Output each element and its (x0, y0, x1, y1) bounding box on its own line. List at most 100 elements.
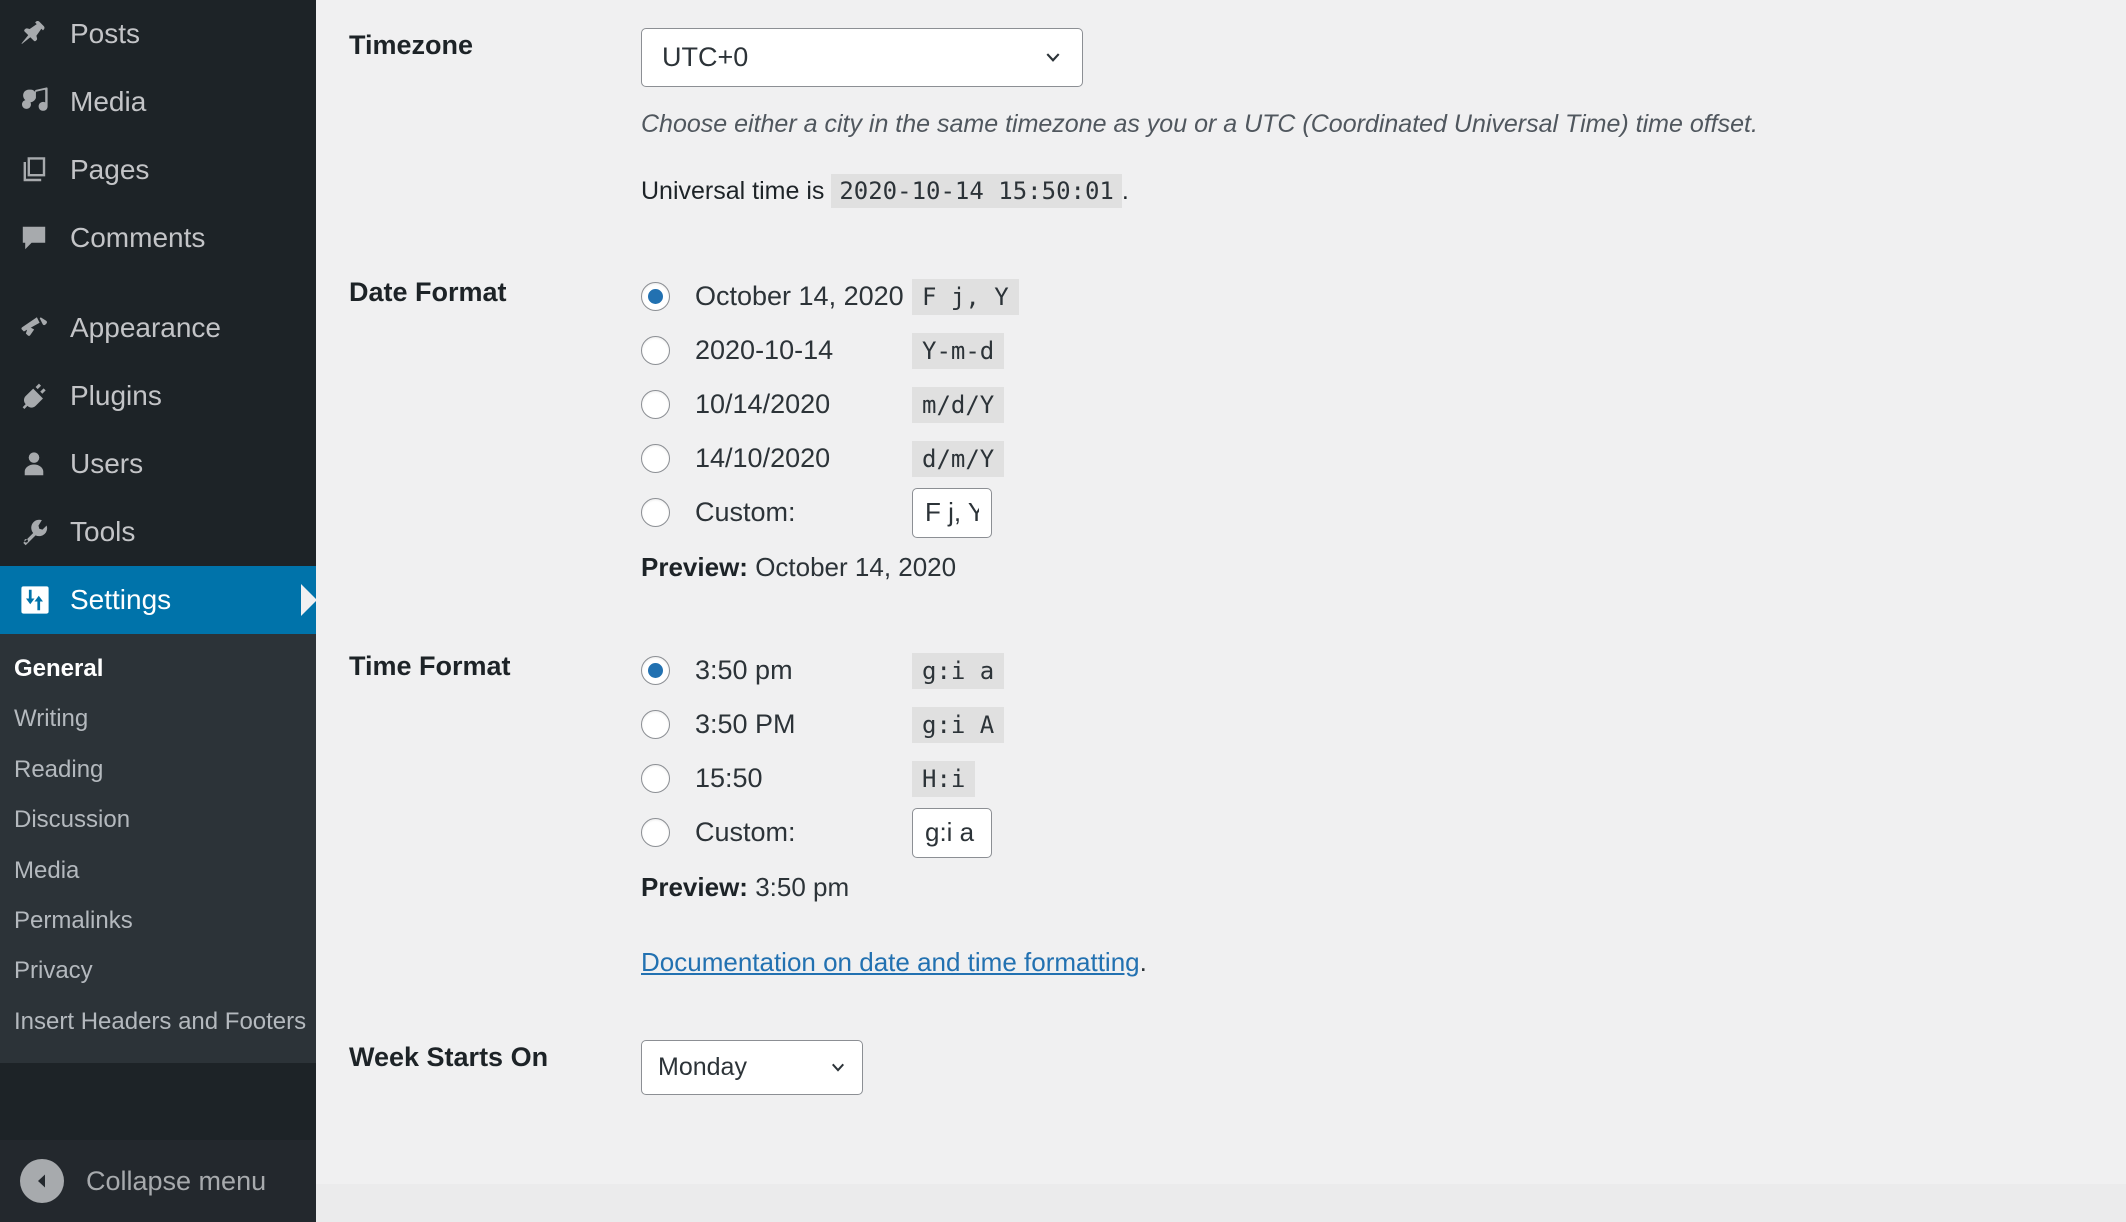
date-format-option: 10/14/2020 m/d/Y (641, 383, 2106, 426)
settings-general-form: Timezone UTC+0 Choose either a city in t… (316, 0, 2126, 1222)
universal-time-line: Universal time is 2020-10-14 15:50:01. (641, 174, 2106, 209)
sidebar-item-tools[interactable]: Tools (0, 498, 316, 566)
time-format-custom-option: Custom: (641, 811, 2106, 854)
universal-time-value: 2020-10-14 15:50:01 (831, 174, 1122, 208)
settings-sliders-icon (12, 583, 66, 617)
date-format-option-code-1: Y-m-d (912, 333, 1004, 369)
sidebar-item-appearance[interactable]: Appearance (0, 294, 316, 362)
settings-submenu: General Writing Reading Discussion Media… (0, 634, 316, 1063)
pin-icon (12, 18, 66, 50)
sidebar-item-label: Media (66, 88, 146, 116)
week-starts-on-select[interactable]: Monday (641, 1040, 863, 1095)
time-format-option-code-1: g:i A (912, 707, 1004, 743)
timezone-select[interactable]: UTC+0 (641, 28, 1083, 87)
documentation-link[interactable]: Documentation on date and time formattin… (641, 947, 1140, 977)
date-format-radio-custom[interactable] (641, 498, 670, 527)
date-format-option: 2020-10-14 Y-m-d (641, 329, 2106, 372)
plugins-plug-icon (12, 380, 66, 412)
chevron-down-icon (826, 1056, 850, 1080)
sidebar-subitem-writing[interactable]: Writing (0, 694, 314, 744)
sidebar-subitem-reading[interactable]: Reading (0, 745, 314, 795)
appearance-brush-icon (12, 312, 66, 344)
time-format-option-text-1: 3:50 PM (695, 709, 912, 740)
time-format-custom-input[interactable] (912, 808, 992, 858)
sidebar-item-label: Plugins (66, 382, 162, 410)
sidebar-item-settings[interactable]: Settings (0, 566, 316, 634)
sidebar-subitem-media[interactable]: Media (0, 846, 314, 896)
sidebar-subitem-privacy[interactable]: Privacy (0, 946, 314, 996)
sidebar-item-label: Settings (66, 586, 171, 614)
timezone-select-value: UTC+0 (662, 42, 748, 73)
sidebar-item-posts[interactable]: Posts (0, 0, 316, 68)
week-starts-on-row: Week Starts On Monday (316, 1040, 2126, 1095)
time-format-body: 3:50 pm g:i a 3:50 PM g:i A 15:50 H:i Cu… (641, 649, 2126, 978)
sidebar-subitem-discussion[interactable]: Discussion (0, 795, 314, 845)
time-format-radio-custom[interactable] (641, 818, 670, 847)
date-format-option-text-3: 14/10/2020 (695, 443, 912, 474)
week-starts-on-value: Monday (658, 1053, 747, 1082)
sidebar-subitem-insert-headers-and-footers[interactable]: Insert Headers and Footers (0, 997, 314, 1047)
date-format-option: 14/10/2020 d/m/Y (641, 437, 2106, 480)
documentation-suffix: . (1140, 947, 1147, 977)
sidebar-item-label: Tools (66, 518, 135, 546)
date-format-radio-3[interactable] (641, 444, 670, 473)
time-format-label: Time Format (316, 649, 641, 684)
time-format-option-code-0: g:i a (912, 653, 1004, 689)
date-format-preview: Preview: October 14, 2020 (641, 552, 2106, 583)
time-format-option-code-2: H:i (912, 761, 975, 797)
date-format-custom-option: Custom: (641, 491, 2106, 534)
admin-sidebar: Posts Media Pages Comments (0, 0, 316, 1222)
sidebar-item-label: Comments (66, 224, 205, 252)
admin-menu: Posts Media Pages Comments (0, 0, 316, 1063)
week-starts-on-label: Week Starts On (316, 1040, 641, 1075)
date-format-radio-0[interactable] (641, 282, 670, 311)
sidebar-item-comments[interactable]: Comments (0, 204, 316, 272)
documentation-line: Documentation on date and time formattin… (641, 947, 2106, 978)
collapse-menu-label: Collapse menu (86, 1166, 266, 1197)
sidebar-subitem-permalinks[interactable]: Permalinks (0, 896, 314, 946)
users-person-icon (12, 448, 66, 480)
page-bottom-strip (316, 1184, 2126, 1222)
date-format-preview-value: October 14, 2020 (755, 552, 956, 582)
universal-time-suffix: . (1122, 177, 1129, 205)
time-format-option-text-2: 15:50 (695, 763, 912, 794)
universal-time-prefix: Universal time is (641, 177, 824, 205)
time-format-radio-0[interactable] (641, 656, 670, 685)
time-format-radio-1[interactable] (641, 710, 670, 739)
timezone-body: UTC+0 Choose either a city in the same t… (641, 28, 2126, 209)
timezone-row: Timezone UTC+0 Choose either a city in t… (316, 28, 2126, 209)
timezone-description: Choose either a city in the same timezon… (641, 107, 2106, 142)
sidebar-item-plugins[interactable]: Plugins (0, 362, 316, 430)
week-starts-on-body: Monday (641, 1040, 2126, 1095)
date-format-option: October 14, 2020 F j, Y (641, 275, 2106, 318)
sidebar-item-label: Posts (66, 20, 140, 48)
time-format-preview: Preview: 3:50 pm (641, 872, 2106, 903)
date-format-body: October 14, 2020 F j, Y 2020-10-14 Y-m-d… (641, 275, 2126, 583)
date-format-custom-label: Custom: (695, 497, 912, 528)
time-format-preview-value: 3:50 pm (755, 872, 849, 902)
sidebar-item-label: Pages (66, 156, 149, 184)
date-format-row: Date Format October 14, 2020 F j, Y 2020… (316, 275, 2126, 583)
time-format-option: 15:50 H:i (641, 757, 2106, 800)
time-format-option: 3:50 pm g:i a (641, 649, 2106, 692)
collapse-menu-button[interactable]: Collapse menu (0, 1140, 316, 1222)
sidebar-item-pages[interactable]: Pages (0, 136, 316, 204)
time-format-radio-2[interactable] (641, 764, 670, 793)
time-format-custom-label: Custom: (695, 817, 912, 848)
time-format-option-text-0: 3:50 pm (695, 655, 912, 686)
date-format-option-code-3: d/m/Y (912, 441, 1004, 477)
sidebar-item-users[interactable]: Users (0, 430, 316, 498)
comments-icon (12, 222, 66, 254)
sidebar-item-media[interactable]: Media (0, 68, 316, 136)
sidebar-subitem-general[interactable]: General (0, 644, 314, 694)
timezone-label: Timezone (316, 28, 641, 63)
date-format-radio-1[interactable] (641, 336, 670, 365)
media-icon (12, 86, 66, 118)
date-format-label: Date Format (316, 275, 641, 310)
time-format-preview-label: Preview: (641, 872, 748, 902)
tools-wrench-icon (12, 516, 66, 548)
time-format-option: 3:50 PM g:i A (641, 703, 2106, 746)
date-format-custom-input[interactable] (912, 488, 992, 538)
date-format-radio-2[interactable] (641, 390, 670, 419)
wp-admin-screen: Posts Media Pages Comments (0, 0, 2126, 1222)
